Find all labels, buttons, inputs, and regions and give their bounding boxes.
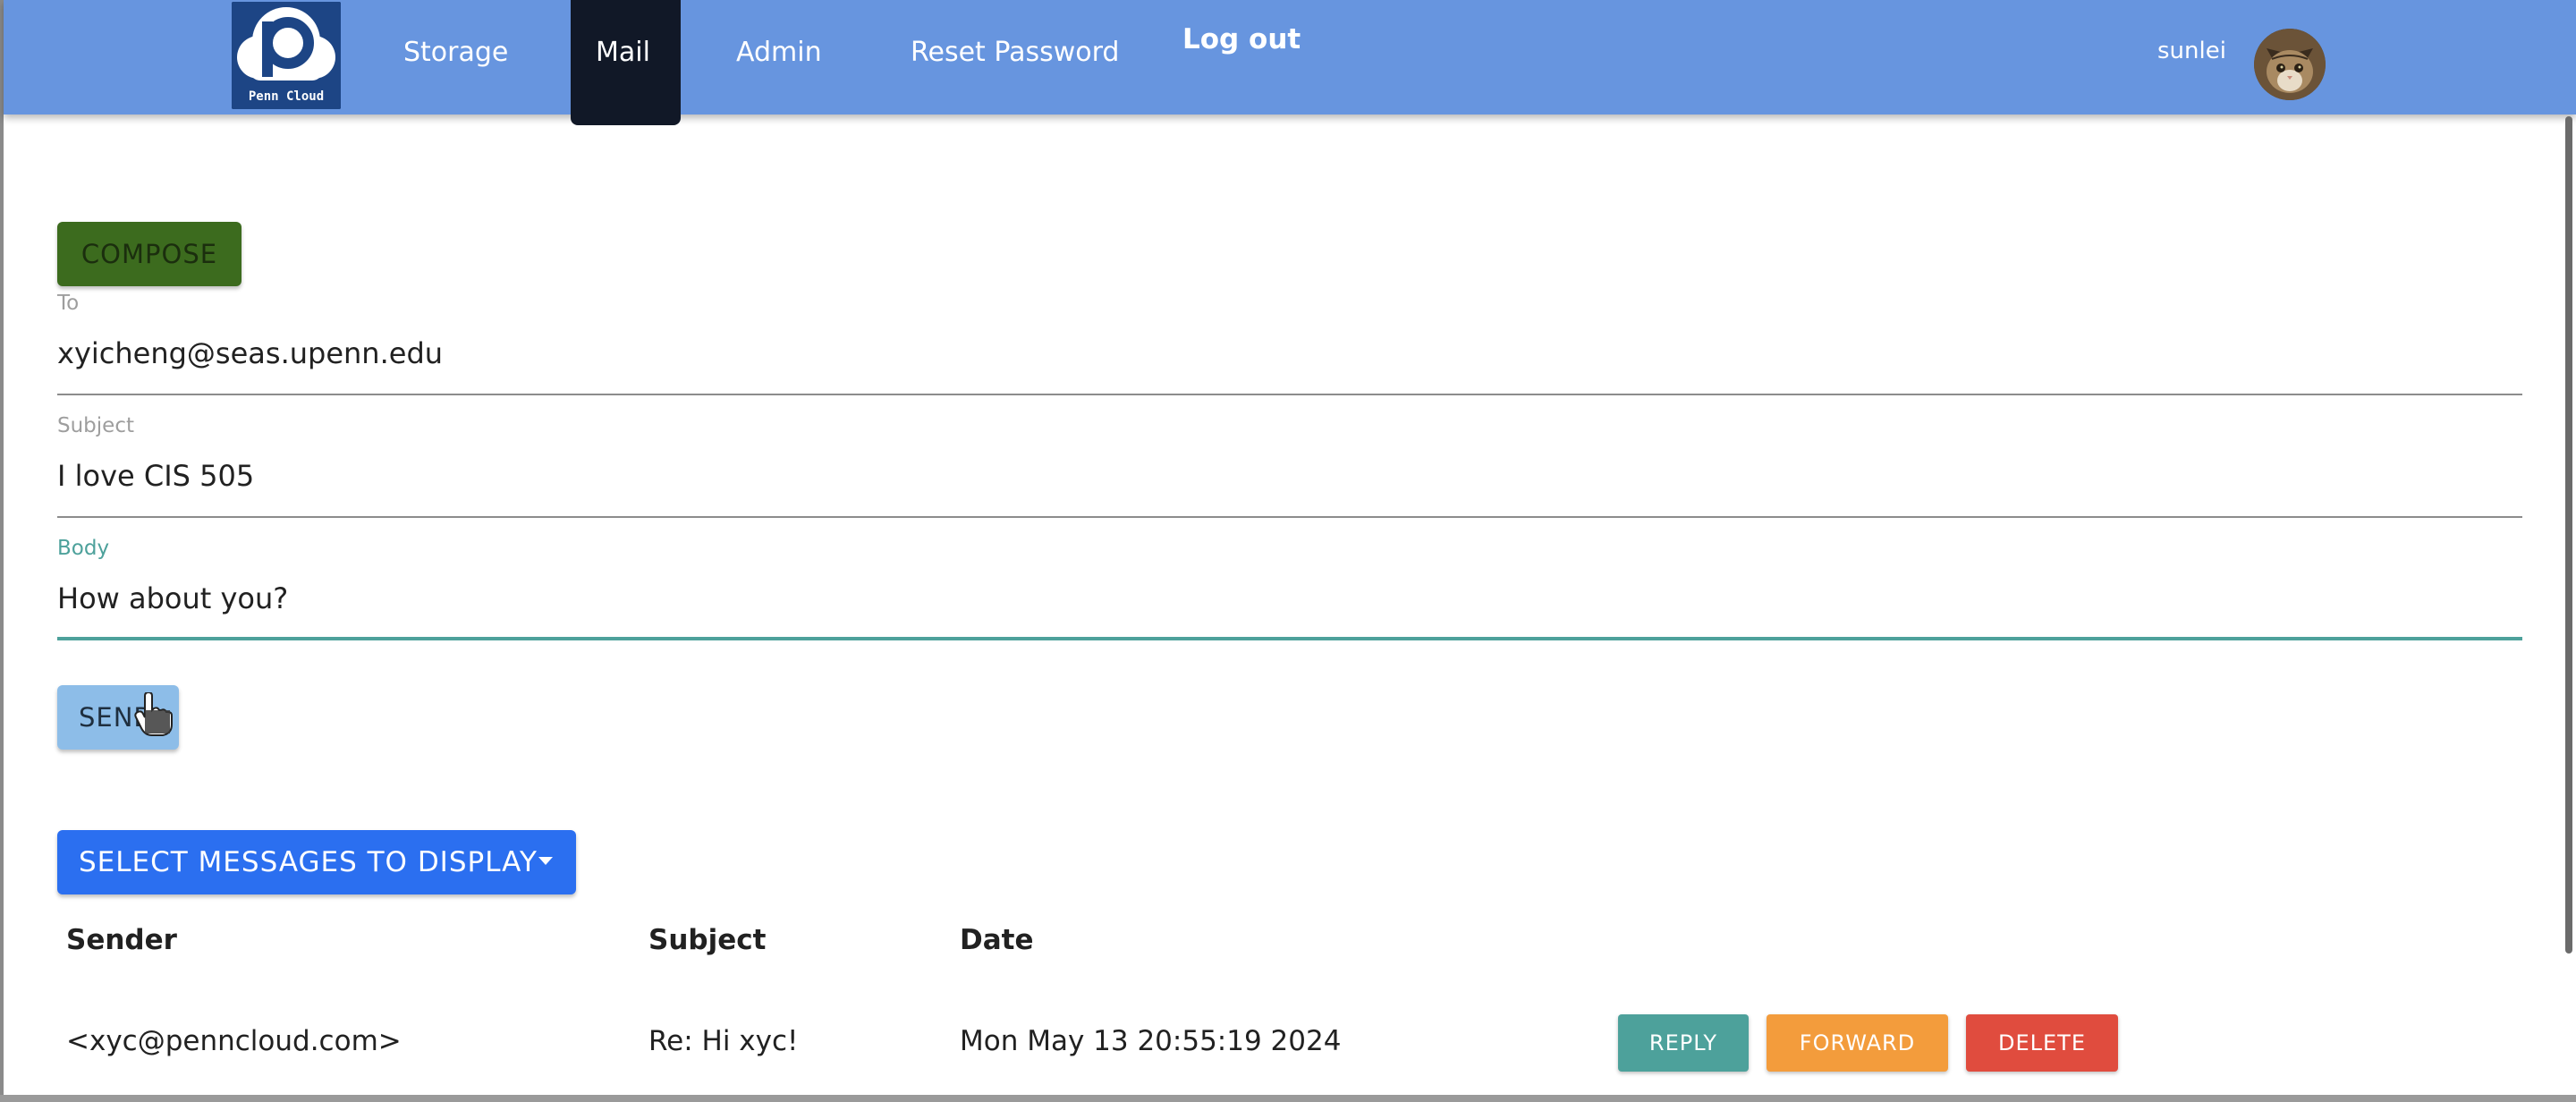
avatar[interactable] <box>2254 29 2326 100</box>
nav-admin[interactable]: Admin <box>736 0 822 114</box>
row-date: Mon May 13 20:55:19 2024 <box>960 1025 1342 1057</box>
body-field[interactable]: How about you? <box>57 581 288 615</box>
body-label: Body <box>57 537 110 560</box>
to-field[interactable]: xyicheng@seas.upenn.edu <box>57 336 443 370</box>
reply-button[interactable]: REPLY <box>1618 1014 1749 1072</box>
delete-button[interactable]: DELETE <box>1966 1014 2118 1072</box>
username: sunlei <box>2157 38 2226 64</box>
row-subject: Re: Hi xyc! <box>648 1025 799 1057</box>
column-header-subject: Subject <box>648 924 767 956</box>
column-header-sender: Sender <box>66 924 177 956</box>
select-messages-dropdown[interactable]: SELECT MESSAGES TO DISPLAY <box>57 830 576 894</box>
window-border-bottom <box>0 1095 2576 1102</box>
vertical-scrollbar[interactable] <box>2565 116 2572 954</box>
nav-storage[interactable]: Storage <box>403 0 508 114</box>
top-navbar: Penn Cloud Storage Mail Admin Reset Pass… <box>4 0 2576 125</box>
hand-cursor-icon <box>134 692 173 736</box>
nav-reset-password[interactable]: Reset Password <box>911 0 1119 114</box>
forward-button[interactable]: FORWARD <box>1767 1014 1948 1072</box>
subject-label: Subject <box>57 414 134 437</box>
compose-button[interactable]: COMPOSE <box>57 222 242 286</box>
logo-text: Penn Cloud <box>248 89 325 104</box>
logout-link[interactable]: Log out <box>1182 23 1301 55</box>
to-field-underline <box>57 394 2522 395</box>
cat-avatar-icon <box>2254 29 2326 100</box>
window-border <box>0 0 4 1102</box>
subject-field-underline <box>57 516 2522 518</box>
penn-cloud-logo[interactable]: Penn Cloud <box>232 2 341 109</box>
column-header-date: Date <box>960 924 1034 956</box>
subject-field[interactable]: I love CIS 505 <box>57 459 254 493</box>
nav-mail[interactable]: Mail <box>596 0 650 114</box>
to-label: To <box>57 292 80 315</box>
row-sender: <xyc@penncloud.com> <box>66 1025 402 1057</box>
chevron-down-icon <box>538 857 553 865</box>
body-field-underline <box>57 637 2522 640</box>
